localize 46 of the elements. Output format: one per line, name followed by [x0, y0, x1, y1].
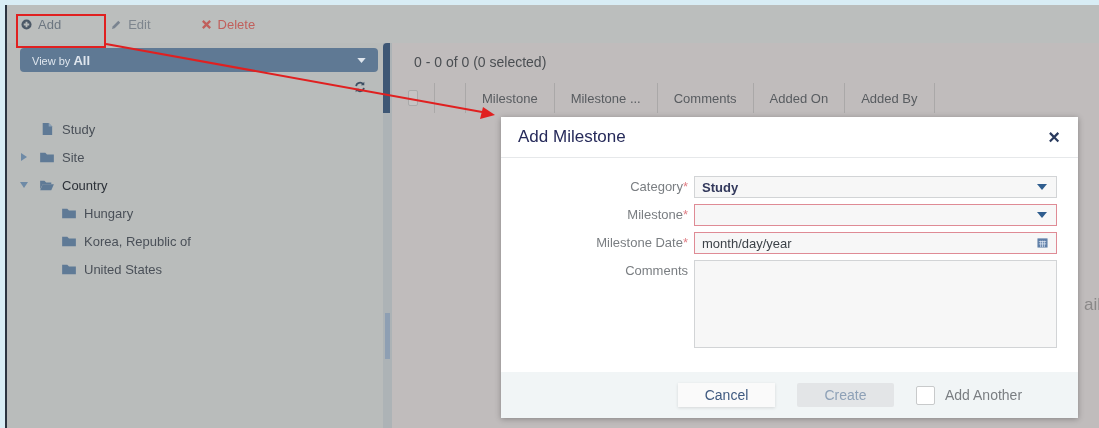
folder-icon: [62, 235, 76, 247]
toolbar-button[interactable]: Delete: [194, 12, 262, 36]
tree-item[interactable]: Site: [20, 143, 383, 171]
view-by-dropdown[interactable]: View by All: [20, 48, 378, 72]
dialog-title: Add Milestone: [518, 127, 626, 147]
caret-icon: [1037, 212, 1047, 218]
calendar-icon[interactable]: [1037, 237, 1048, 248]
open-folder-icon: [40, 179, 54, 191]
select-all-checkbox[interactable]: [408, 90, 418, 106]
refresh-icon[interactable]: [354, 81, 366, 93]
close-icon: [200, 18, 212, 30]
tree-item[interactable]: Hungary: [20, 199, 383, 227]
comments-field[interactable]: [694, 260, 1057, 348]
caret-icon: [1037, 184, 1047, 190]
folder-icon: [62, 263, 76, 275]
field-label: Milestone*: [626, 206, 688, 224]
close-button[interactable]: ×: [1046, 125, 1062, 149]
tree-item[interactable]: Study: [20, 115, 383, 143]
field-label: Comments: [624, 262, 688, 280]
date-field[interactable]: month/day/year: [694, 232, 1057, 254]
column-header[interactable]: Milestone ...: [554, 83, 658, 113]
caret-icon: [357, 57, 366, 63]
document-icon: [40, 123, 54, 135]
field-label: Milestone Date*: [595, 234, 688, 252]
select-field[interactable]: [694, 204, 1057, 226]
add-another-checkbox[interactable]: [916, 385, 935, 405]
tree-item[interactable]: Korea, Republic of: [20, 227, 383, 255]
checkbox-label: Add Another: [945, 387, 1023, 403]
pencil-icon: [111, 18, 123, 30]
record-count: 0 - 0 of 0 (0 selected): [413, 53, 548, 72]
select-field[interactable]: Study: [694, 176, 1057, 198]
folder-icon: [40, 151, 54, 163]
cancel-button[interactable]: Cancel: [678, 383, 775, 407]
caret-right-icon[interactable]: [20, 153, 28, 161]
toolbar-button[interactable]: Add: [15, 12, 68, 36]
folder-icon: [62, 207, 76, 219]
tree-item[interactable]: United States: [20, 255, 383, 283]
splitter[interactable]: [383, 43, 392, 428]
plus-circle-icon: [21, 18, 32, 30]
column-header[interactable]: Comments: [657, 83, 754, 113]
field-label: Category*: [629, 178, 688, 196]
column-header[interactable]: Added On: [753, 83, 846, 113]
caret-down-icon[interactable]: [20, 181, 28, 189]
tree-item[interactable]: Country: [20, 171, 383, 199]
toolbar-button[interactable]: Edit: [105, 12, 157, 36]
column-header[interactable]: Added By: [845, 83, 935, 113]
